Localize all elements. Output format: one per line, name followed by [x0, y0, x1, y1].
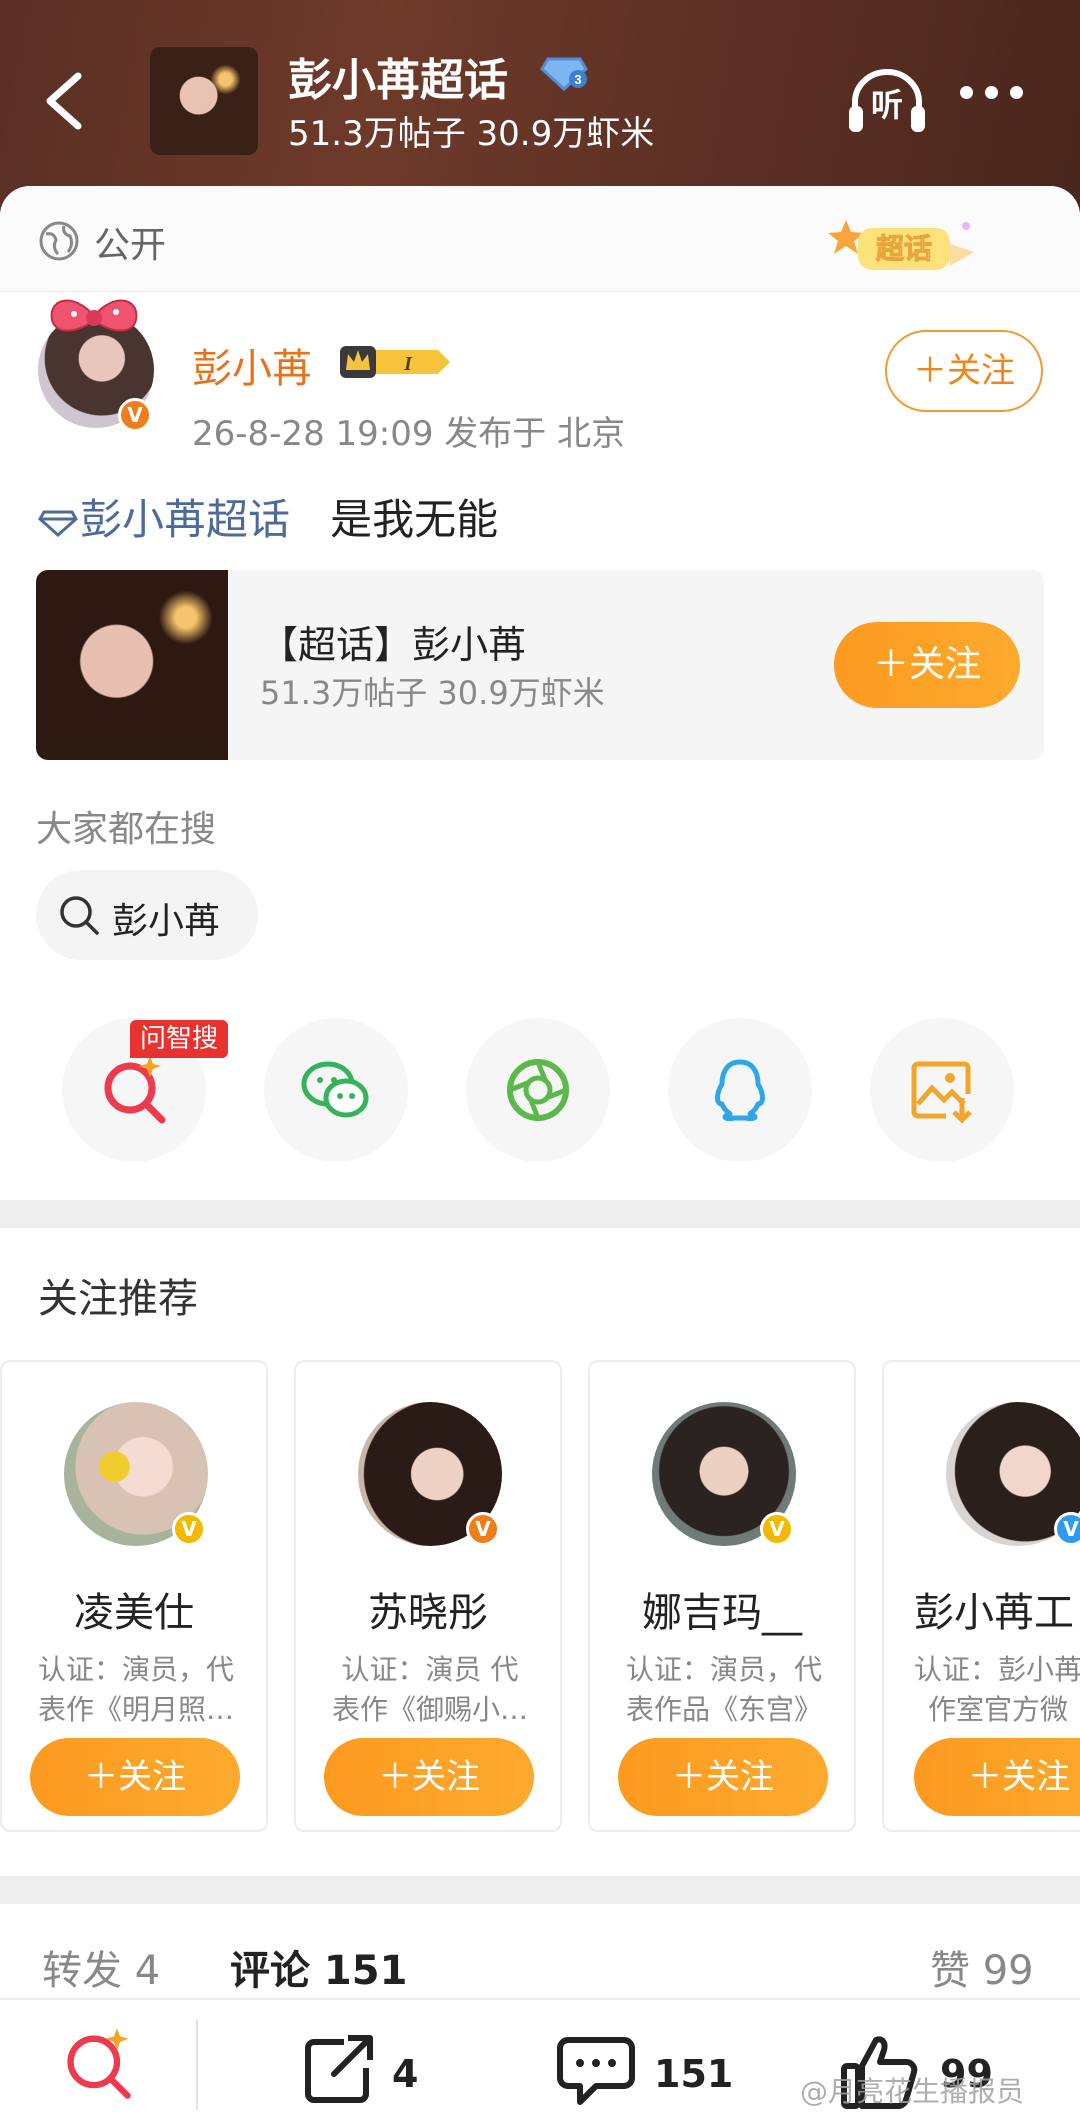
svg-text:超话: 超话 [876, 232, 932, 265]
listen-label: 听 [870, 86, 903, 124]
visibility-label: 公开 [94, 225, 167, 266]
topic-card-stats: 51.3万帖子 30.9万虾米 [260, 674, 605, 712]
recommend-follow-button[interactable]: ＋关注 [30, 1738, 240, 1816]
topic-avatar[interactable] [150, 47, 258, 155]
recommend-follow-button[interactable]: ＋关注 [618, 1738, 828, 1816]
bar-separator [196, 2020, 198, 2110]
recommend-card[interactable]: V 彭小苒工 认证：彭小苒 作室官方微 ＋关注 [882, 1360, 1080, 1832]
recommend-heading: 关注推荐 [38, 1276, 198, 1322]
chaohua-sticker-icon: 超话 [828, 220, 974, 270]
verified-badge-icon: V [466, 1512, 500, 1546]
svg-text:I: I [403, 353, 413, 375]
bow-decoration-icon [50, 299, 138, 332]
globe-icon [39, 221, 79, 261]
recommend-follow-button[interactable]: ＋关注 [324, 1738, 534, 1816]
recommend-description: 认证：演员，代 表作《明月照… [37, 1653, 234, 1726]
topic-stats: 51.3万帖子 30.9万虾米 [288, 114, 655, 154]
follow-author-button[interactable]: ＋关注 [885, 330, 1043, 412]
verified-badge-icon: V [172, 1512, 206, 1546]
author-name[interactable]: 彭小苒 [192, 336, 312, 394]
trending-search-heading: 大家都在搜 [36, 809, 217, 850]
visibility-row: 公开 超话 [0, 186, 1080, 292]
share-qq-button[interactable] [668, 1018, 812, 1162]
post-text: 是我无能 [330, 495, 499, 544]
post-card: 公开 超话 V 彭小苒 I 26-8-28 19:09 发布于 北京 ＋关注 彭… [0, 186, 1080, 2123]
recommend-name[interactable]: 娜吉玛__ [590, 1580, 854, 1638]
ai-search-tag: 问智搜 [130, 1020, 228, 1058]
more-options-button[interactable] [960, 86, 1030, 112]
repost-tab[interactable]: 转发 4 [42, 1938, 160, 1996]
recommend-name[interactable]: 彭小苒工 [914, 1580, 1080, 1638]
recommend-follow-button[interactable]: ＋关注 [914, 1738, 1080, 1816]
qq-icon [715, 1059, 765, 1121]
crown-level-icon: I [340, 346, 450, 378]
topic-card-title: 【超话】彭小苒 [260, 623, 527, 667]
moments-icon [507, 1059, 569, 1121]
share-moments-button[interactable] [466, 1018, 610, 1162]
repost-button[interactable]: 4 [300, 2034, 460, 2104]
like-tab[interactable]: 赞 99 [930, 1938, 1034, 1996]
follow-topic-button[interactable]: ＋关注 [834, 622, 1020, 708]
recommend-card[interactable]: V 凌美仕 认证：演员，代 表作《明月照… ＋关注 [0, 1360, 268, 1832]
recommend-name[interactable]: 苏晓彤 [296, 1580, 560, 1638]
search-suggestion-chip[interactable]: 彭小苒 [36, 870, 258, 960]
recommend-card[interactable]: V 娜吉玛__ 认证：演员，代 表作品《东宫》 ＋关注 [588, 1360, 856, 1832]
watermark-text: @月亮花生播报员 [800, 2075, 1025, 2108]
search-chip-label: 彭小苒 [112, 901, 221, 942]
comment-tab[interactable]: 评论 151 [230, 1938, 407, 1996]
ai-search-icon [104, 1056, 166, 1124]
post-timestamp-location: 26-8-28 19:09 发布于 北京 [192, 414, 626, 454]
comment-button[interactable]: 151 [556, 2034, 756, 2105]
share-wechat-button[interactable] [264, 1018, 408, 1162]
ai-search-icon[interactable] [60, 2026, 136, 2102]
recommend-name[interactable]: 凌美仕 [2, 1580, 266, 1638]
repost-count: 4 [392, 2052, 419, 2096]
topic-thumbnail [36, 570, 228, 760]
topic-hashtag-link[interactable]: 彭小苒超话 [38, 495, 290, 544]
recommend-card[interactable]: V 苏晓彤 认证：演员 代表作《御赐小… ＋关注 [294, 1360, 562, 1832]
back-arrow-icon[interactable] [36, 66, 96, 136]
recommend-description: 认证：演员，代 表作品《东宫》 [625, 1653, 822, 1726]
verified-badge-icon: V [760, 1512, 794, 1546]
topic-card[interactable]: 【超话】彭小苒 51.3万帖子 30.9万虾米 ＋关注 [36, 570, 1044, 760]
listen-button[interactable]: 听 [845, 66, 929, 136]
save-image-button[interactable] [870, 1018, 1014, 1162]
save-image-icon [911, 1061, 972, 1124]
comment-count: 151 [654, 2052, 734, 2096]
section-divider [0, 1876, 1080, 1904]
diamond-level-icon: 3 [540, 57, 588, 91]
search-icon [60, 896, 99, 935]
verified-badge-icon: V [118, 398, 152, 432]
post-content: 彭小苒超话 是我无能 [38, 486, 498, 547]
recommend-description: 认证：彭小苒 作室官方微 [914, 1653, 1080, 1726]
comment-bubble-icon [557, 2037, 635, 2105]
wechat-icon [301, 1061, 369, 1118]
section-divider [0, 1200, 1080, 1228]
verified-badge-icon: V [1054, 1512, 1080, 1546]
share-arrow-icon [305, 2035, 373, 2103]
svg-text:3: 3 [574, 72, 581, 87]
recommend-description: 认证：演员 代表作《御赐小… [331, 1653, 528, 1726]
diamond-icon [38, 510, 78, 537]
topic-title[interactable]: 彭小苒超话 [288, 44, 508, 108]
